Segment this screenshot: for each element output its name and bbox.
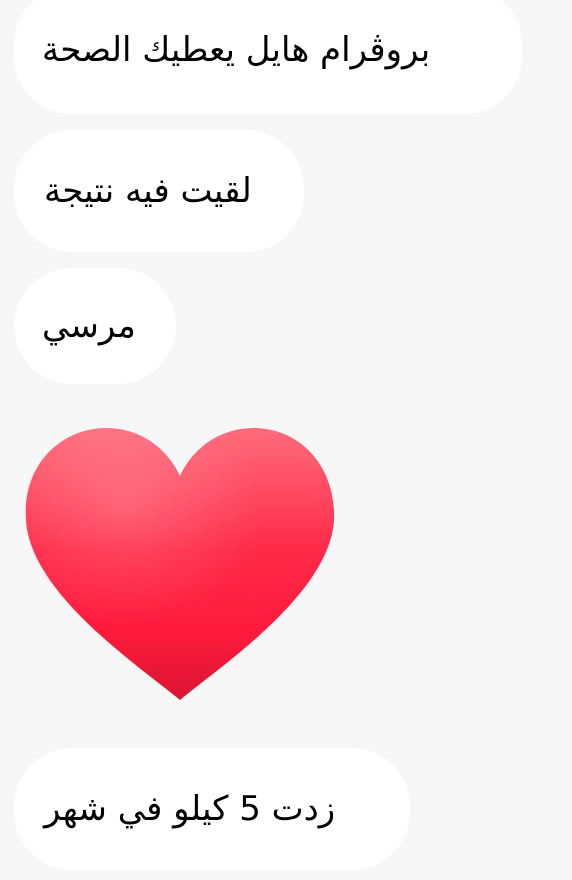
message-bubble[interactable]: بروڤرام هايل يعطيك الصحة: [14, 0, 522, 114]
heart-icon: [25, 428, 335, 700]
heart-emoji-message[interactable]: [22, 424, 338, 706]
message-text: زدت 5 كيلو في شهر: [44, 788, 336, 829]
message-text: لقيت فيه نتيجة: [44, 170, 252, 211]
message-text: مرسي: [42, 305, 136, 346]
message-text: بروڤرام هايل يعطيك الصحة: [42, 29, 431, 70]
message-bubble[interactable]: لقيت فيه نتيجة: [14, 130, 304, 252]
message-thread: بروڤرام هايل يعطيك الصحة لقيت فيه نتيجة …: [0, 0, 572, 880]
message-bubble[interactable]: زدت 5 كيلو في شهر: [14, 748, 410, 870]
message-bubble[interactable]: مرسي: [14, 268, 176, 384]
